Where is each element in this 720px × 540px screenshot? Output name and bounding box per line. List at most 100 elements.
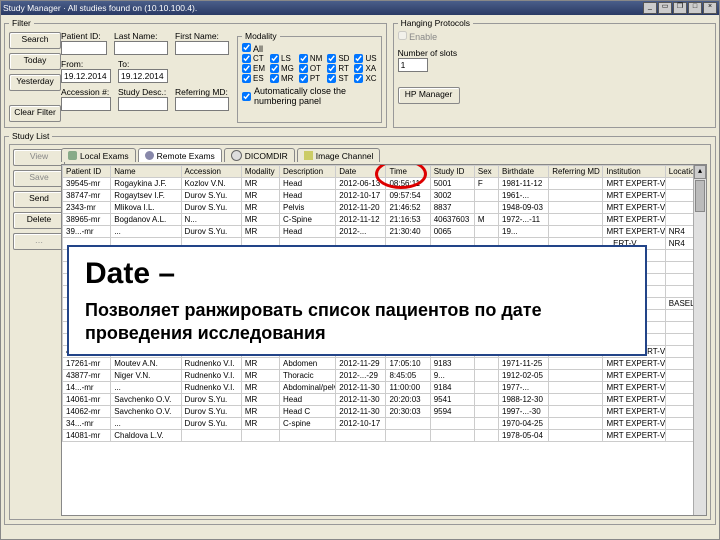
table-row[interactable]: 14061-mrSavchenko O.V.Durov S.Yu.MRHead2… — [63, 394, 706, 406]
hanging-legend: Hanging Protocols — [398, 18, 473, 28]
hp-manager-button[interactable]: HP Manager — [398, 87, 460, 104]
col-time[interactable]: Time — [386, 166, 430, 178]
minimize-icon[interactable]: _ — [643, 2, 657, 14]
num-slots-label: Number of slots — [398, 48, 458, 58]
layout-icon[interactable]: ▭ — [658, 2, 672, 14]
restore-icon[interactable]: ❐ — [673, 2, 687, 14]
col-name[interactable]: Name — [111, 166, 181, 178]
modality-mg[interactable]: MG — [270, 64, 294, 73]
modality-ls[interactable]: LS — [270, 54, 294, 63]
hanging-group: Hanging Protocols Enable Number of slots… — [393, 18, 716, 128]
table-row[interactable]: 39...-mr...Durov S.Yu.MRHead2012-...21:3… — [63, 226, 706, 238]
table-row[interactable]: 14...-mr...Rudnenko V.I.MRAbdominal/pelv… — [63, 382, 706, 394]
modality-pt[interactable]: PT — [299, 74, 322, 83]
close-icon[interactable]: × — [703, 2, 717, 14]
col-accession[interactable]: Accession — [181, 166, 241, 178]
tab-dicomdir[interactable]: DICOMDIR — [224, 148, 295, 162]
modality-mr[interactable]: MR — [270, 74, 294, 83]
save-button[interactable]: Save — [13, 170, 65, 187]
from-input[interactable] — [61, 69, 111, 83]
first-name-label: First Name: — [175, 31, 219, 41]
col-referring-md[interactable]: Referring MD — [549, 166, 603, 178]
filter-group: Filter Search Today Yesterday Clear Filt… — [4, 18, 387, 128]
study-desc-label: Study Desc.: — [118, 87, 166, 97]
modality-xc[interactable]: XC — [354, 74, 376, 83]
cd-icon — [231, 150, 242, 161]
tab-remote[interactable]: Remote Exams — [138, 148, 222, 162]
study-desc-input[interactable] — [118, 97, 168, 111]
table-row[interactable]: 38747-mrRogaytsev I.F.Durov S.Yu.MRHead2… — [63, 190, 706, 202]
overlay-body: Позволяет ранжировать список пациентов п… — [85, 299, 629, 344]
modality-ct[interactable]: CT — [242, 54, 265, 63]
scroll-thumb[interactable] — [695, 180, 705, 212]
overlay-title: Date – — [85, 257, 629, 291]
yesterday-button[interactable]: Yesterday — [9, 74, 61, 91]
table-row[interactable]: 43877-mrNiger V.N.Rudnenko V.I.MRThoraci… — [63, 370, 706, 382]
hanging-enable[interactable]: Enable — [398, 32, 438, 42]
num-slots-input[interactable] — [398, 58, 428, 72]
modality-sd[interactable]: SD — [327, 54, 349, 63]
accession-label: Accession #: — [61, 87, 109, 97]
tab-channel[interactable]: Image Channel — [297, 148, 381, 162]
modality-em[interactable]: EM — [242, 64, 265, 73]
table-row[interactable]: 14081-mrChaldova L.V.1978-05-04MRT EXPER… — [63, 430, 706, 442]
modality-xa[interactable]: XA — [354, 64, 376, 73]
col-study-id[interactable]: Study ID — [430, 166, 474, 178]
hanging-enable-checkbox — [398, 31, 407, 40]
tab-local[interactable]: Local Exams — [61, 148, 136, 162]
disk-icon — [68, 151, 77, 160]
more-button[interactable]: … — [13, 233, 65, 250]
col-birthdate[interactable]: Birthdate — [499, 166, 549, 178]
send-button[interactable]: Send — [13, 191, 65, 208]
modality-nm[interactable]: NM — [299, 54, 322, 63]
modality-legend: Modality — [242, 31, 280, 41]
auto-close-checkbox[interactable] — [242, 92, 251, 101]
scroll-up-icon[interactable]: ▴ — [694, 165, 706, 179]
today-button[interactable]: Today — [9, 53, 61, 70]
channel-icon — [304, 151, 313, 160]
last-name-label: Last Name: — [114, 31, 157, 41]
to-input[interactable] — [118, 69, 168, 83]
modality-all-checkbox[interactable] — [242, 43, 251, 52]
maximize-icon[interactable]: □ — [688, 2, 702, 14]
accession-input[interactable] — [61, 97, 111, 111]
col-institution[interactable]: Institution — [603, 166, 665, 178]
last-name-input[interactable] — [114, 41, 168, 55]
search-button[interactable]: Search — [9, 32, 61, 49]
modality-grid: CT LS NM SD US EM MG OT RT XA ES MR PT S… — [242, 54, 377, 83]
window-buttons: _ ▭ ❐ □ × — [643, 2, 717, 14]
ref-md-input[interactable] — [175, 97, 229, 111]
patient-id-label: Patient ID: — [61, 31, 101, 41]
modality-st[interactable]: ST — [327, 74, 349, 83]
from-label: From: — [61, 59, 83, 69]
delete-button[interactable]: Delete — [13, 212, 65, 229]
table-row[interactable]: 2343-mrMlikova I.L.Durov S.Yu.MRPelvis20… — [63, 202, 706, 214]
clear-filter-button[interactable]: Clear Filter — [9, 105, 61, 122]
modality-all[interactable]: All — [242, 44, 263, 54]
table-row[interactable]: 17261-mrMoutev A.N.Rudnenko V.I.MRAbdome… — [63, 358, 706, 370]
first-name-input[interactable] — [175, 41, 229, 55]
view-button[interactable]: View — [13, 149, 65, 166]
col-patient-id[interactable]: Patient ID — [63, 166, 111, 178]
col-description[interactable]: Description — [280, 166, 336, 178]
patient-id-input[interactable] — [61, 41, 107, 55]
modality-ot[interactable]: OT — [299, 64, 322, 73]
table-row[interactable]: 39545-mrRogaykina J.F.Kozlov V.N.MRHead2… — [63, 178, 706, 190]
col-modality[interactable]: Modality — [241, 166, 279, 178]
table-row[interactable]: 34...-mr...Durov S.Yu.MRC-spine2012-10-1… — [63, 418, 706, 430]
study-list-legend: Study List — [9, 131, 52, 141]
modality-es[interactable]: ES — [242, 74, 265, 83]
to-label: To: — [118, 59, 129, 69]
vertical-scrollbar[interactable]: ▴ — [693, 165, 706, 515]
col-sex[interactable]: Sex — [474, 166, 498, 178]
explanation-overlay: Date – Позволяет ранжировать список паци… — [67, 245, 647, 356]
table-row[interactable]: 14062-mrSavchenko O.V.Durov S.Yu.MRHead … — [63, 406, 706, 418]
modality-rt[interactable]: RT — [327, 64, 349, 73]
modality-us[interactable]: US — [354, 54, 376, 63]
titlebar: Study Manager · All studies found on (10… — [1, 1, 719, 15]
window-title: Study Manager · All studies found on (10… — [3, 3, 197, 13]
table-row[interactable]: 38965-mrBogdanov A.L.N...MRC-Spine2012-1… — [63, 214, 706, 226]
col-date[interactable]: Date — [336, 166, 386, 178]
network-icon — [145, 151, 154, 160]
auto-close-row[interactable]: Automatically close the numbering panel — [242, 86, 377, 106]
